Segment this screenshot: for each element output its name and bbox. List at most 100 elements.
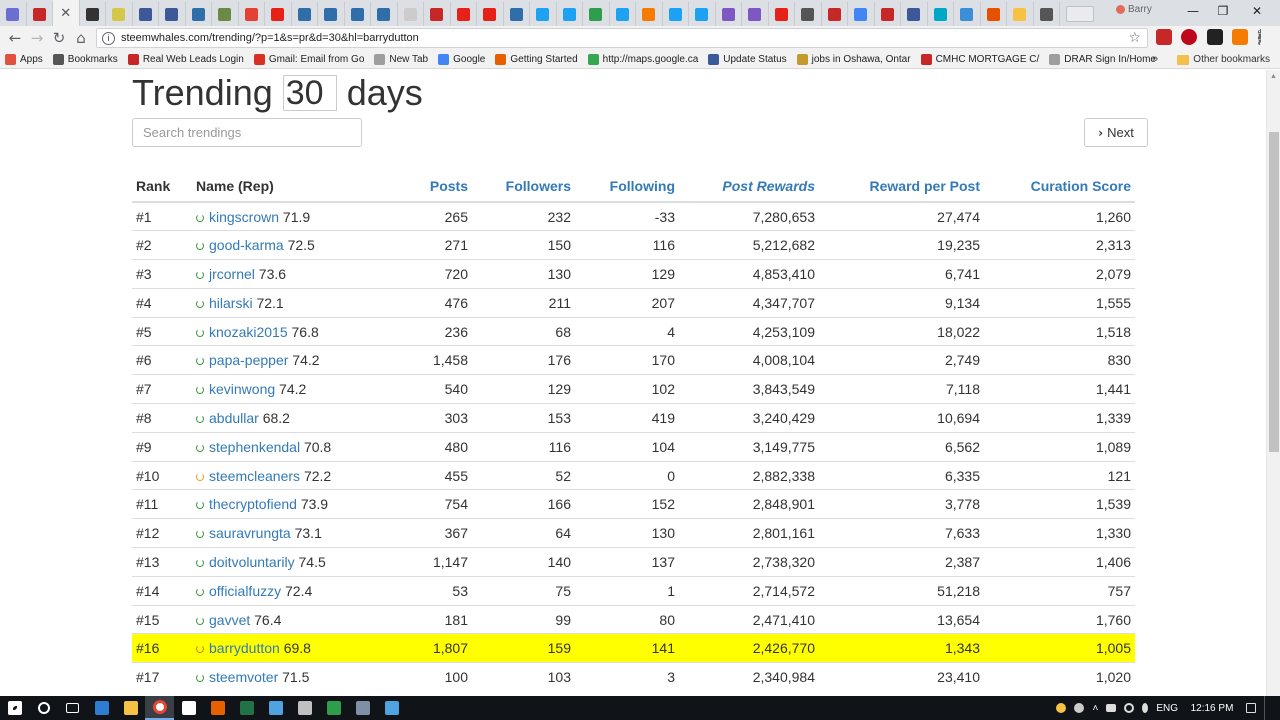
url-text[interactable]: steemwhales.com/trending/?p=1&s=pr&d=30&… bbox=[121, 32, 419, 44]
browser-tab[interactable] bbox=[106, 2, 133, 26]
username-link[interactable]: steemvoter bbox=[209, 669, 278, 685]
close-tab-icon[interactable]: ✕ bbox=[60, 6, 71, 21]
restore-button[interactable]: ❐ bbox=[1206, 0, 1240, 22]
battery-icon[interactable] bbox=[1106, 704, 1117, 712]
username-link[interactable]: doitvoluntarily bbox=[209, 554, 295, 570]
header-reward-per-post[interactable]: Reward per Post bbox=[819, 170, 984, 203]
browser-tab[interactable] bbox=[424, 2, 451, 26]
browser-tab[interactable] bbox=[557, 2, 583, 26]
browser-tab[interactable] bbox=[265, 2, 292, 26]
username-link[interactable]: papa-pepper bbox=[209, 352, 288, 368]
username-link[interactable]: gavvet bbox=[209, 612, 250, 628]
username-link[interactable]: knozaki2015 bbox=[209, 324, 288, 340]
network-icon[interactable] bbox=[1124, 703, 1135, 713]
header-curation-score[interactable]: Curation Score bbox=[984, 170, 1135, 203]
username-link[interactable]: abdullar bbox=[209, 410, 259, 426]
minimize-button[interactable]: — bbox=[1176, 0, 1210, 22]
app-icon[interactable] bbox=[261, 696, 290, 720]
browser-tab[interactable] bbox=[610, 2, 636, 26]
tray-app-icon[interactable] bbox=[1056, 703, 1067, 713]
days-input[interactable] bbox=[282, 75, 337, 111]
browser-tab[interactable] bbox=[689, 2, 716, 26]
firefox-icon[interactable] bbox=[203, 696, 232, 720]
browser-tab[interactable] bbox=[27, 2, 53, 26]
username-link[interactable]: barrydutton bbox=[209, 640, 280, 656]
browser-tab-active[interactable]: ✕ bbox=[53, 0, 80, 26]
clock-time[interactable]: 12:16 PM bbox=[1186, 703, 1238, 714]
browser-tab[interactable] bbox=[901, 2, 928, 26]
browser-tab[interactable] bbox=[822, 2, 848, 26]
volume-icon[interactable] bbox=[1142, 703, 1149, 713]
app-icon[interactable] bbox=[348, 696, 377, 720]
browser-tab[interactable] bbox=[742, 2, 769, 26]
browser-tab[interactable] bbox=[583, 2, 610, 26]
task-view-icon[interactable] bbox=[58, 696, 87, 720]
profile-button[interactable]: Barry bbox=[1116, 2, 1168, 16]
username-link[interactable]: hilarski bbox=[209, 295, 253, 311]
browser-tab[interactable] bbox=[292, 2, 318, 26]
browser-tab[interactable] bbox=[954, 2, 981, 26]
bookmark-item[interactable]: Google bbox=[433, 53, 490, 65]
browser-tab[interactable] bbox=[928, 2, 954, 26]
browser-tab[interactable] bbox=[318, 2, 345, 26]
browser-tab[interactable] bbox=[451, 2, 477, 26]
search-input[interactable] bbox=[132, 118, 362, 147]
header-post-rewards[interactable]: Post Rewards bbox=[679, 170, 819, 203]
browser-tab[interactable] bbox=[981, 2, 1007, 26]
bookmark-item[interactable]: New Tab bbox=[369, 53, 433, 65]
language-indicator[interactable]: ENG bbox=[1156, 703, 1178, 714]
browser-tab[interactable] bbox=[769, 2, 795, 26]
username-link[interactable]: stephenkendal bbox=[209, 439, 300, 455]
header-following[interactable]: Following bbox=[575, 170, 679, 203]
next-button[interactable]: › Next bbox=[1084, 118, 1148, 147]
bookmark-item[interactable]: Getting Started bbox=[490, 53, 582, 65]
browser-tab[interactable] bbox=[1034, 2, 1060, 26]
browser-tab[interactable] bbox=[716, 2, 742, 26]
browser-tab[interactable] bbox=[848, 2, 875, 26]
browser-tab[interactable] bbox=[0, 2, 27, 26]
header-posts[interactable]: Posts bbox=[392, 170, 472, 203]
browser-tab[interactable] bbox=[398, 2, 424, 26]
pinterest-extension-icon[interactable] bbox=[1181, 29, 1197, 45]
windows-start-icon[interactable] bbox=[0, 696, 29, 720]
bookmark-item[interactable]: CMHC MORTGAGE C/ bbox=[916, 53, 1045, 65]
extension-icon[interactable] bbox=[1232, 29, 1248, 45]
bookmarks-overflow-chevron[interactable]: » bbox=[1152, 53, 1158, 65]
browser-tab[interactable] bbox=[1007, 2, 1034, 26]
app-icon[interactable] bbox=[319, 696, 348, 720]
adblock-extension-icon[interactable] bbox=[1156, 29, 1172, 45]
browser-tab[interactable] bbox=[875, 2, 901, 26]
browser-tab[interactable] bbox=[504, 2, 530, 26]
bookmark-item[interactable]: DRAR Sign In/Home bbox=[1044, 53, 1161, 65]
browser-tab[interactable] bbox=[345, 2, 371, 26]
bookmark-item[interactable]: Apps bbox=[0, 53, 48, 65]
store-icon[interactable] bbox=[174, 696, 203, 720]
browser-tab[interactable] bbox=[159, 2, 186, 26]
other-bookmarks[interactable]: Other bookmarks bbox=[1177, 50, 1270, 69]
username-link[interactable]: steemcleaners bbox=[209, 468, 300, 484]
username-link[interactable]: kevinwong bbox=[209, 381, 275, 397]
tray-app-icon[interactable] bbox=[1074, 703, 1085, 713]
app-icon[interactable] bbox=[290, 696, 319, 720]
browser-tab[interactable] bbox=[663, 2, 689, 26]
bookmark-item[interactable]: jobs in Oshawa, Ontar bbox=[792, 53, 916, 65]
browser-tab[interactable] bbox=[80, 2, 106, 26]
scrollbar-thumb[interactable] bbox=[1269, 132, 1279, 452]
back-arrow-icon[interactable]: ← bbox=[4, 29, 26, 47]
excel-icon[interactable] bbox=[232, 696, 261, 720]
scroll-up-arrow-icon[interactable]: ▲ bbox=[1270, 73, 1277, 80]
username-link[interactable]: thecryptofiend bbox=[209, 496, 297, 512]
show-desktop-button[interactable] bbox=[1264, 696, 1268, 720]
file-explorer-icon[interactable] bbox=[116, 696, 145, 720]
bookmark-item[interactable]: Gmail: Email from Go bbox=[249, 53, 370, 65]
action-center-icon[interactable] bbox=[1246, 703, 1256, 713]
browser-tab[interactable] bbox=[371, 2, 398, 26]
cortana-search-icon[interactable] bbox=[29, 696, 58, 720]
chrome-icon[interactable] bbox=[145, 696, 174, 720]
browser-tab[interactable] bbox=[795, 2, 822, 26]
bookmark-star-icon[interactable]: ☆ bbox=[1128, 30, 1141, 46]
bookmark-item[interactable]: Update Status bbox=[703, 53, 791, 65]
browser-tab[interactable] bbox=[239, 2, 265, 26]
edge-icon[interactable] bbox=[87, 696, 116, 720]
browser-tab[interactable] bbox=[477, 2, 504, 26]
